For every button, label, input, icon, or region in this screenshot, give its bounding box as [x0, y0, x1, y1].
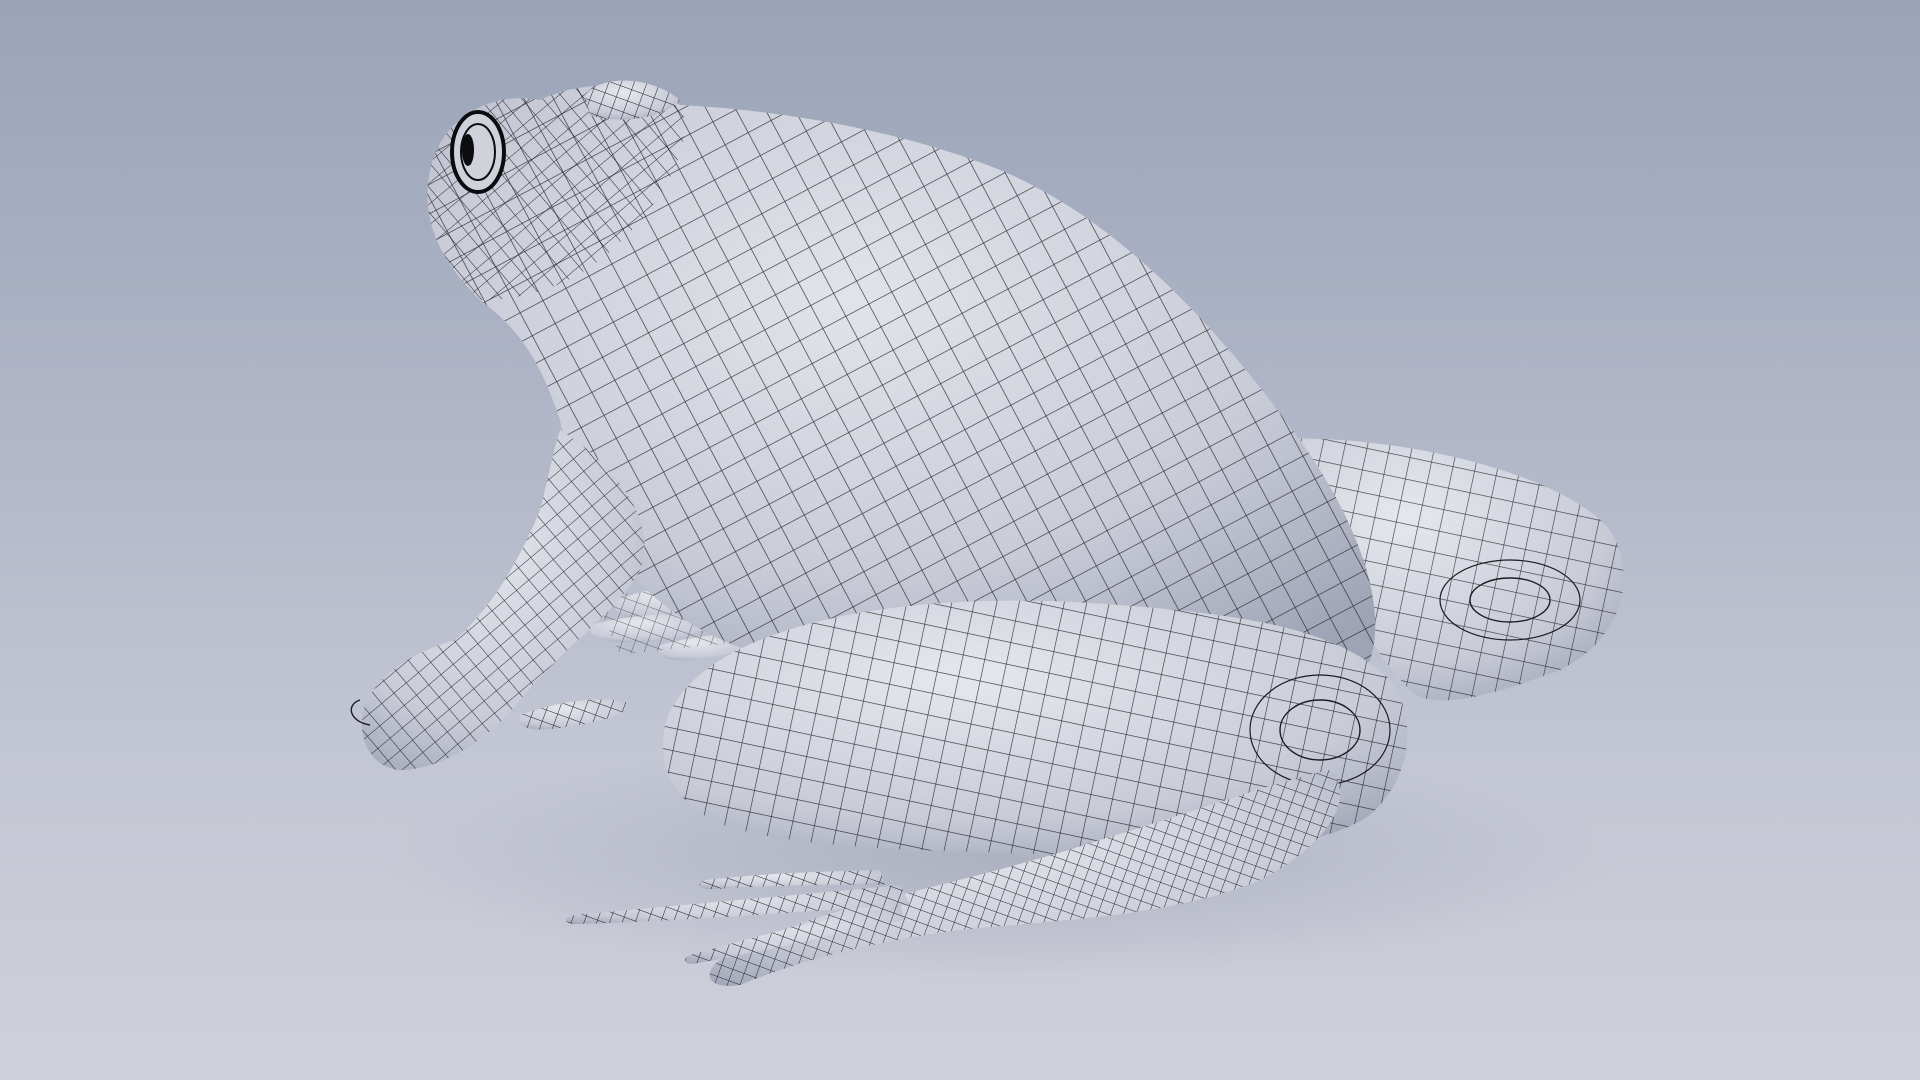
front-arm	[350, 430, 645, 770]
eye-icon	[450, 110, 506, 194]
frog-render	[350, 80, 1624, 986]
render-viewport	[0, 0, 1920, 1080]
